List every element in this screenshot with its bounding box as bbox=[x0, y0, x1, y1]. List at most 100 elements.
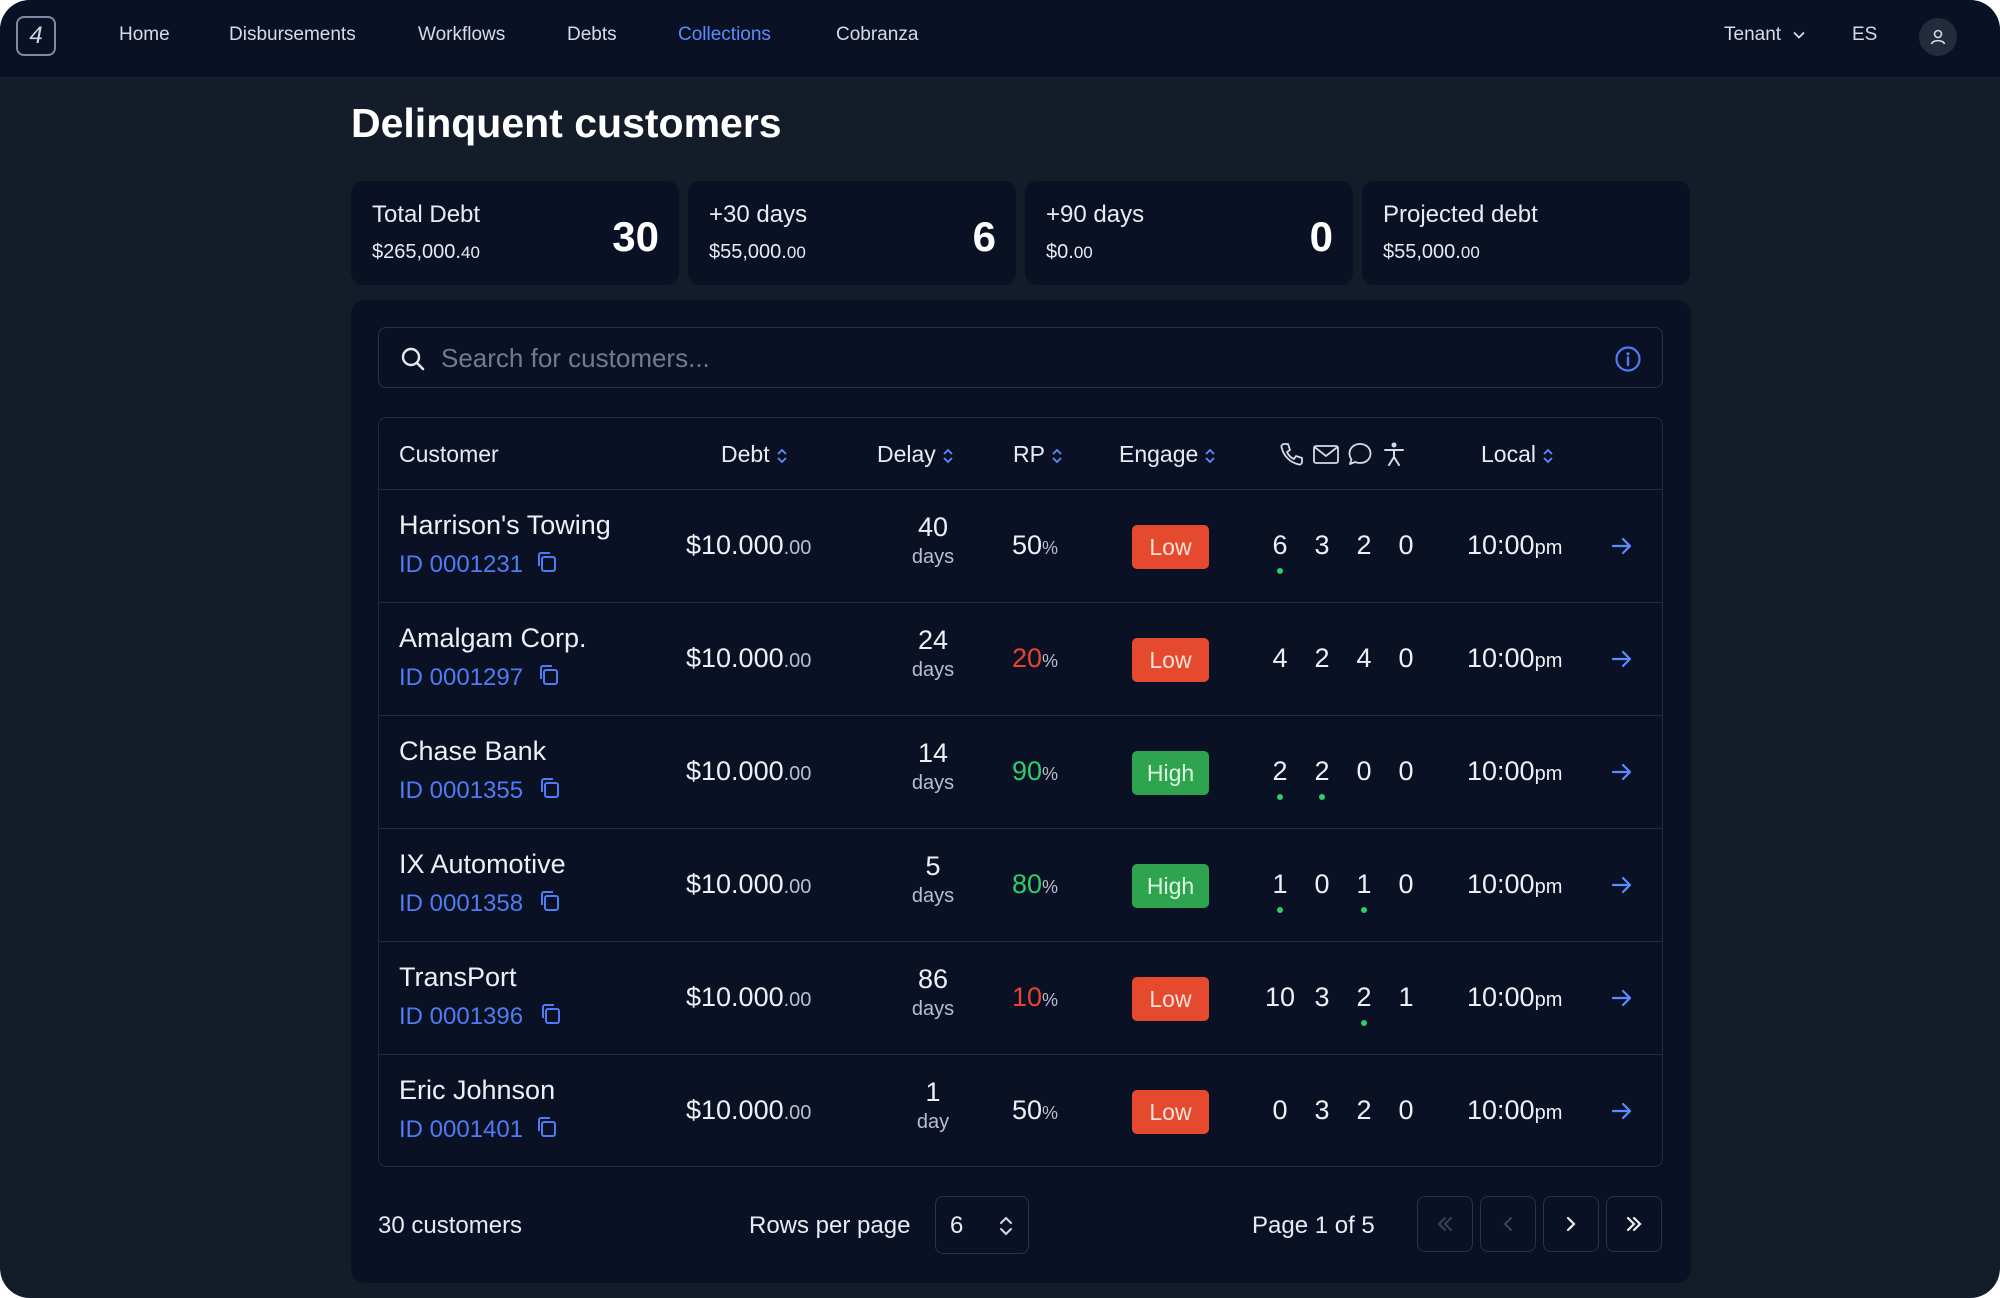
chats-count: 2 bbox=[1344, 982, 1384, 1026]
sort-icon bbox=[776, 448, 787, 464]
last-page-button[interactable] bbox=[1606, 1196, 1662, 1252]
local-time: 10:00pm bbox=[1467, 869, 1563, 899]
card-amount: $0.00 bbox=[1046, 241, 1093, 263]
local-time: 10:00pm bbox=[1467, 643, 1563, 673]
info-icon[interactable] bbox=[1614, 345, 1642, 373]
emails-count: 3 bbox=[1314, 982, 1330, 1012]
nav-home[interactable]: Home bbox=[119, 24, 170, 46]
arrow-right-icon[interactable] bbox=[1610, 534, 1634, 558]
phone-icon bbox=[1280, 443, 1303, 466]
arrow-right-icon[interactable] bbox=[1610, 1099, 1634, 1123]
visits-count: 0 bbox=[1398, 530, 1414, 560]
table-row[interactable]: Eric Johnson ID 0001401 $10.000.00 1 day … bbox=[379, 1055, 1662, 1166]
chats-count: 2 bbox=[1356, 530, 1372, 560]
card-label: +30 days bbox=[709, 201, 808, 228]
copy-icon[interactable] bbox=[538, 1001, 564, 1027]
header-local[interactable]: Local bbox=[1481, 441, 1554, 468]
copy-icon[interactable] bbox=[534, 549, 560, 575]
engage-badge: High bbox=[1132, 751, 1209, 795]
calls-count: 10 bbox=[1264, 982, 1296, 1012]
table-row[interactable]: TransPort ID 0001396 $10.000.00 86 days 1… bbox=[379, 942, 1662, 1055]
customer-count: 30 customers bbox=[378, 1212, 523, 1239]
customer-id[interactable]: ID 0001401 bbox=[399, 1116, 523, 1144]
calls-count: 0 bbox=[1272, 1095, 1288, 1125]
first-page-button[interactable] bbox=[1417, 1196, 1473, 1252]
calls-count: 2 bbox=[1260, 756, 1300, 800]
engage-badge: Low bbox=[1132, 1090, 1209, 1134]
arrow-right-icon[interactable] bbox=[1610, 647, 1634, 671]
card-label: +90 days bbox=[1046, 201, 1145, 228]
calls-count: 6 bbox=[1260, 530, 1300, 574]
nav-collections[interactable]: Collections bbox=[678, 24, 771, 46]
language-switch[interactable]: ES bbox=[1852, 24, 1877, 46]
copy-icon[interactable] bbox=[537, 888, 563, 914]
nav-disbursements[interactable]: Disbursements bbox=[229, 24, 356, 46]
visits-count: 1 bbox=[1398, 982, 1414, 1012]
debt-amount: $10.000.00 bbox=[686, 1095, 812, 1125]
chats-count: 4 bbox=[1356, 643, 1372, 673]
rows-per-page-label: Rows per page bbox=[749, 1212, 911, 1239]
app-logo[interactable]: 4 bbox=[16, 16, 56, 56]
customer-id[interactable]: ID 0001231 bbox=[399, 551, 523, 579]
rp-value: 50% bbox=[1012, 1095, 1059, 1125]
chats-count: 1 bbox=[1344, 869, 1384, 913]
header-delay[interactable]: Delay bbox=[877, 441, 954, 468]
table-row[interactable]: Chase Bank ID 0001355 $10.000.00 14 days … bbox=[379, 716, 1662, 829]
top-navbar: 4 Home Disbursements Workflows Debts Col… bbox=[0, 0, 2000, 78]
user-avatar[interactable] bbox=[1919, 18, 1957, 56]
table-row[interactable]: IX Automotive ID 0001358 $10.000.00 5 day… bbox=[379, 829, 1662, 942]
table-row[interactable]: Harrison's Towing ID 0001231 $10.000.00 … bbox=[379, 490, 1662, 603]
header-engage[interactable]: Engage bbox=[1119, 441, 1216, 468]
customer-id[interactable]: ID 0001396 bbox=[399, 1003, 523, 1031]
card-count: 0 bbox=[1309, 213, 1333, 260]
tenant-dropdown[interactable]: Tenant bbox=[1724, 24, 1806, 46]
customer-id[interactable]: ID 0001358 bbox=[399, 890, 523, 918]
customer-name: Chase Bank bbox=[399, 736, 547, 766]
search-input[interactable] bbox=[441, 340, 1591, 376]
nav-cobranza[interactable]: Cobranza bbox=[836, 24, 918, 46]
rows-per-page-select[interactable]: 6 bbox=[935, 1196, 1029, 1254]
table-header: Customer Debt Delay RP Engage Local bbox=[379, 418, 1662, 490]
copy-icon[interactable] bbox=[537, 775, 563, 801]
local-time: 10:00pm bbox=[1467, 1095, 1563, 1125]
customer-name: Harrison's Towing bbox=[399, 510, 611, 540]
arrow-right-icon[interactable] bbox=[1610, 760, 1634, 784]
nav-debts[interactable]: Debts bbox=[567, 24, 617, 46]
chevrons-right-icon bbox=[1626, 1216, 1642, 1232]
header-rp[interactable]: RP bbox=[1013, 441, 1063, 468]
debt-amount: $10.000.00 bbox=[686, 530, 812, 560]
customers-table: Customer Debt Delay RP Engage Local Harr… bbox=[378, 417, 1663, 1167]
copy-icon[interactable] bbox=[536, 662, 562, 688]
engage-badge: Low bbox=[1132, 525, 1209, 569]
customer-id[interactable]: ID 0001355 bbox=[399, 777, 523, 805]
logo-mark: 4 bbox=[29, 22, 43, 49]
search-box bbox=[378, 327, 1663, 388]
visits-count: 0 bbox=[1398, 1095, 1414, 1125]
page-indicator: Page 1 of 5 bbox=[1252, 1212, 1375, 1239]
customer-id[interactable]: ID 0001297 bbox=[399, 664, 523, 692]
summary-card-projected-debt: Projected debt $55,000.00 bbox=[1362, 181, 1690, 285]
chevron-updown-icon bbox=[1000, 1216, 1012, 1236]
rp-value: 10% bbox=[1012, 982, 1059, 1012]
arrow-right-icon[interactable] bbox=[1610, 873, 1634, 897]
copy-icon[interactable] bbox=[534, 1114, 560, 1140]
tenant-label: Tenant bbox=[1724, 24, 1782, 45]
emails-count: 3 bbox=[1314, 530, 1330, 560]
local-time: 10:00pm bbox=[1467, 982, 1563, 1012]
search-icon bbox=[401, 347, 425, 371]
chevron-left-icon bbox=[1503, 1217, 1512, 1231]
debt-amount: $10.000.00 bbox=[686, 756, 812, 786]
prev-page-button[interactable] bbox=[1480, 1196, 1536, 1252]
customer-name: Amalgam Corp. bbox=[399, 623, 587, 653]
header-debt[interactable]: Debt bbox=[721, 441, 788, 468]
arrow-right-icon[interactable] bbox=[1610, 986, 1634, 1010]
nav-workflows[interactable]: Workflows bbox=[418, 24, 505, 46]
summary-card-total-debt: Total Debt $265,000.40 30 bbox=[351, 181, 679, 285]
table-row[interactable]: Amalgam Corp. ID 0001297 $10.000.00 24 da… bbox=[379, 603, 1662, 716]
local-time: 10:00pm bbox=[1467, 530, 1563, 560]
next-page-button[interactable] bbox=[1543, 1196, 1599, 1252]
chats-count: 0 bbox=[1356, 756, 1372, 786]
rp-value: 20% bbox=[1012, 643, 1059, 673]
visits-count: 0 bbox=[1398, 756, 1414, 786]
sort-icon bbox=[943, 448, 953, 464]
